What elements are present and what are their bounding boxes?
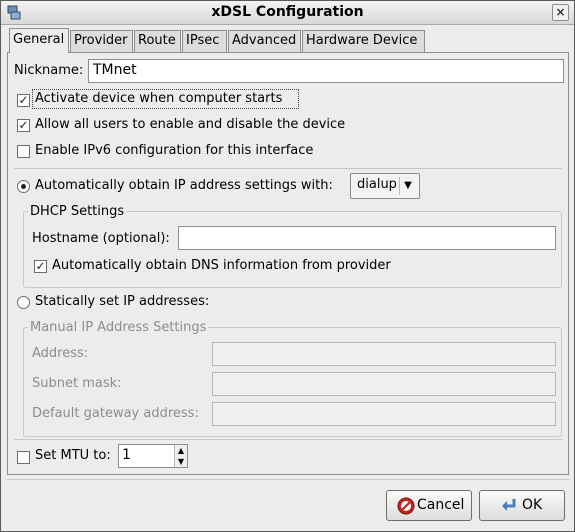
enable-ipv6-label[interactable]: Enable IPv6 configuration for this inter…: [35, 143, 313, 158]
auto-dns-checkbox[interactable]: ✓: [34, 260, 47, 273]
activate-on-start-checkbox[interactable]: ✓: [17, 94, 30, 107]
close-button[interactable]: ×: [552, 4, 569, 21]
chevron-down-icon: ▼: [399, 177, 416, 195]
address-label: Address:: [32, 346, 89, 361]
ok-button[interactable]: OK: [479, 490, 565, 521]
allow-users-label[interactable]: Allow all users to enable and disable th…: [35, 117, 345, 132]
subnet-mask-input: [212, 372, 556, 396]
tab-provider[interactable]: Provider: [70, 30, 133, 52]
nickname-input[interactable]: TMnet: [88, 59, 564, 83]
cancel-button[interactable]: Cancel: [386, 490, 472, 521]
general-tab-panel: Nickname: TMnet ✓ Activate device when c…: [7, 52, 569, 475]
ok-button-label: OK: [522, 497, 543, 513]
title-bar[interactable]: xDSL Configuration ×: [1, 1, 574, 25]
tab-hardware-device[interactable]: Hardware Device: [302, 30, 425, 52]
cancel-icon: [397, 497, 415, 515]
static-ip-label[interactable]: Statically set IP addresses:: [35, 294, 209, 309]
mtu-value: 1: [122, 447, 131, 463]
allow-users-checkbox[interactable]: ✓: [17, 119, 30, 132]
tab-general[interactable]: General: [9, 28, 69, 53]
spin-up-icon[interactable]: ▲: [175, 445, 187, 456]
auto-ip-label[interactable]: Automatically obtain IP address settings…: [35, 178, 333, 193]
auto-ip-method-dropdown[interactable]: dialup ▼: [350, 173, 420, 199]
separator: [14, 168, 562, 169]
auto-ip-method-value: dialup: [357, 177, 397, 192]
address-input: [212, 342, 556, 366]
manual-ip-settings-title: Manual IP Address Settings: [28, 320, 209, 335]
mtu-label[interactable]: Set MTU to:: [35, 448, 111, 463]
gateway-label: Default gateway address:: [32, 406, 199, 421]
tab-ipsec[interactable]: IPsec: [182, 30, 227, 52]
dhcp-settings-title: DHCP Settings: [28, 204, 127, 219]
separator: [7, 479, 569, 480]
auto-dns-label[interactable]: Automatically obtain DNS information fro…: [52, 258, 391, 273]
enable-ipv6-checkbox[interactable]: [17, 145, 30, 158]
separator: [14, 439, 562, 440]
hostname-input[interactable]: [178, 226, 556, 250]
xdsl-configuration-window: xDSL Configuration × General Provider Ro…: [0, 0, 575, 532]
tab-advanced[interactable]: Advanced: [228, 30, 301, 52]
mtu-spinbox[interactable]: 1 ▲ ▼: [118, 444, 188, 468]
auto-ip-radio[interactable]: [17, 180, 30, 193]
hostname-label: Hostname (optional):: [32, 231, 170, 246]
window-title: xDSL Configuration: [211, 4, 364, 20]
nickname-label: Nickname:: [14, 63, 84, 78]
gateway-input: [212, 402, 556, 426]
cancel-button-label: Cancel: [417, 497, 465, 513]
activate-on-start-label[interactable]: Activate device when computer starts: [35, 91, 282, 106]
mtu-checkbox[interactable]: [17, 451, 30, 464]
spin-down-icon[interactable]: ▼: [175, 456, 187, 467]
static-ip-radio[interactable]: [17, 296, 30, 309]
subnet-mask-label: Subnet mask:: [32, 376, 122, 391]
tab-route[interactable]: Route: [134, 30, 181, 52]
mtu-spin-buttons[interactable]: ▲ ▼: [174, 445, 187, 467]
ok-enter-icon: [502, 499, 516, 511]
